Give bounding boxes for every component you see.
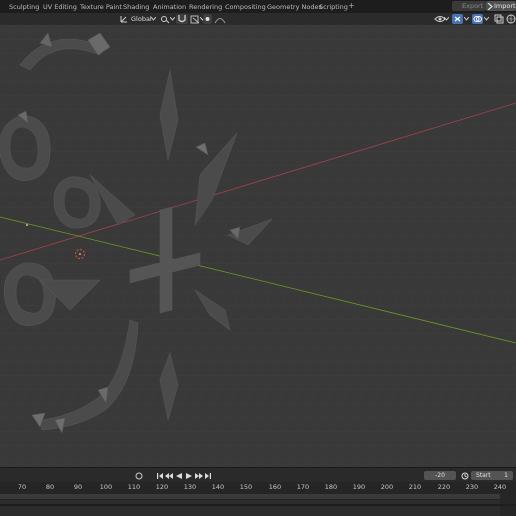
jump-end-icon: [205, 473, 211, 479]
jump-start-icon: [157, 473, 163, 479]
play-button[interactable]: [185, 472, 193, 480]
ruler-tick: 120: [155, 483, 169, 491]
prev-keyframe-button[interactable]: [165, 472, 173, 480]
keyframe-toggle[interactable]: [135, 472, 143, 480]
tab-animation[interactable]: Animation: [153, 2, 186, 12]
overlays-toggle[interactable]: [472, 14, 483, 24]
magnet-icon: [178, 15, 186, 23]
gizmo-toggle[interactable]: [452, 14, 463, 24]
ruler-tick: 170: [296, 483, 310, 491]
origin-dot: [26, 224, 28, 226]
ruler-tick: 200: [380, 483, 394, 491]
wireframe-shading-icon[interactable]: [506, 14, 516, 24]
current-frame-field[interactable]: -20: [424, 471, 456, 480]
viewport-scene: [0, 25, 516, 467]
ruler-tick: 230: [465, 483, 479, 491]
export-label: Export: [462, 2, 484, 10]
ruler-tick: 130: [183, 483, 197, 491]
transform-orientation-icon[interactable]: [119, 14, 129, 24]
tab-shading[interactable]: Shading: [123, 2, 149, 12]
ruler-tick: 240: [493, 483, 507, 491]
prev-keyframe-icon: [165, 473, 173, 479]
export-button[interactable]: Export: [452, 1, 486, 11]
clock-button[interactable]: [461, 472, 469, 480]
workspace-bar: Sculpting UV Editing Texture Paint Shadi…: [0, 0, 516, 13]
ruler-tick: 110: [127, 483, 141, 491]
timeline-ruler[interactable]: 70 80 90 100 110 120 130 140 150 160 170…: [0, 482, 516, 494]
floor-grid: [0, 25, 516, 467]
jump-start-button[interactable]: [156, 472, 164, 480]
track-divider: [0, 504, 516, 506]
tab-rendering[interactable]: Rendering: [189, 2, 222, 12]
pivot-icon[interactable]: [160, 14, 170, 24]
tab-sculpting[interactable]: Sculpting: [9, 2, 39, 12]
timeline-track[interactable]: [0, 494, 516, 516]
next-keyframe-button[interactable]: [195, 472, 203, 480]
chevron-down-icon: [464, 17, 469, 21]
ruler-tick: 70: [17, 483, 27, 491]
ruler-tick: 190: [352, 483, 366, 491]
play-reverse-button[interactable]: [175, 472, 183, 480]
ruler-tick: 210: [408, 483, 422, 491]
ruler-tick: 150: [239, 483, 253, 491]
chevron-down-icon: [444, 17, 449, 21]
ruler-tick: 220: [437, 483, 451, 491]
summary-row: [0, 494, 516, 500]
tab-scripting[interactable]: Scripting: [319, 2, 348, 12]
chevron-down-icon: [151, 17, 156, 21]
clock-icon: [461, 472, 469, 480]
proportional-edit-icon: [205, 17, 210, 21]
ruler-tick: 80: [45, 483, 55, 491]
chevron-down-icon: [484, 17, 489, 21]
proportional-edit-toggle[interactable]: [203, 14, 212, 24]
ruler-tick: 90: [73, 483, 83, 491]
next-keyframe-icon: [195, 473, 203, 479]
play-reverse-icon: [176, 473, 182, 479]
timeline-header: -20 Start 1: [0, 467, 516, 483]
viewport-header: Global: [0, 13, 516, 25]
orientation-dropdown[interactable]: Global: [131, 14, 152, 24]
chevron-down-icon: [170, 17, 175, 21]
3d-viewport[interactable]: [0, 25, 516, 467]
start-frame-field[interactable]: Start 1: [471, 471, 513, 480]
xray-icon[interactable]: [494, 14, 504, 24]
falloff-icon[interactable]: [214, 14, 226, 24]
snap-toggle[interactable]: [176, 14, 188, 24]
start-label: Start: [476, 472, 491, 479]
ruler-tick: 100: [99, 483, 113, 491]
add-workspace-button[interactable]: +: [348, 1, 355, 10]
tab-geometry-nodes[interactable]: Geometry Nodes: [267, 2, 322, 12]
tab-compositing[interactable]: Compositing: [225, 2, 266, 12]
ruler-tick: 140: [211, 483, 225, 491]
import-label: Import: [494, 2, 516, 10]
tab-texture-paint[interactable]: Texture Paint: [80, 2, 122, 12]
play-icon: [186, 473, 192, 479]
record-icon: [135, 472, 143, 480]
start-value: 1: [504, 472, 508, 479]
ruler-tick: 180: [324, 483, 338, 491]
chevron-right-icon: [487, 3, 493, 10]
tab-uv-editing[interactable]: UV Editing: [43, 2, 77, 12]
jump-end-button[interactable]: [204, 472, 212, 480]
ruler-tick: 160: [268, 483, 282, 491]
gizmo-icon: [454, 16, 461, 22]
overlays-icon: [473, 16, 482, 22]
